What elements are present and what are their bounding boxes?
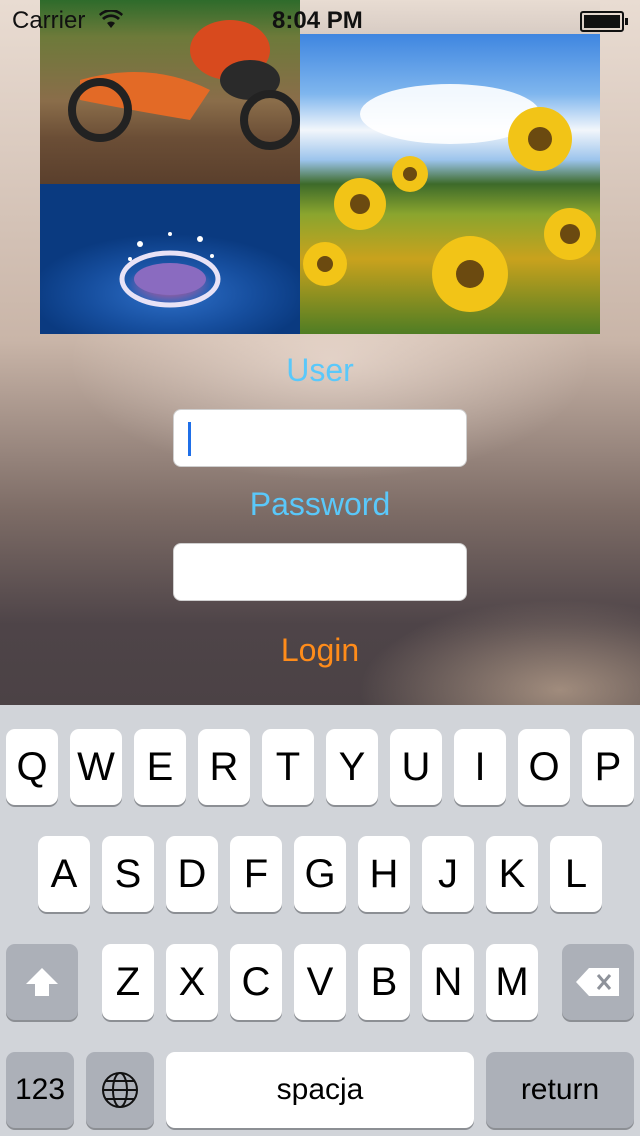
wifi-icon	[98, 9, 124, 37]
key-z[interactable]: Z	[102, 944, 154, 1020]
key-p[interactable]: P	[582, 729, 634, 805]
key-x[interactable]: X	[166, 944, 218, 1020]
key-w[interactable]: W	[70, 729, 122, 805]
key-l[interactable]: L	[550, 836, 602, 912]
space-key[interactable]: spacja	[166, 1052, 474, 1128]
user-input[interactable]	[173, 409, 467, 467]
key-o[interactable]: O	[518, 729, 570, 805]
shift-arrow-icon	[26, 968, 58, 996]
flowers-photo	[300, 34, 600, 334]
password-label: Password	[249, 486, 391, 522]
globe-key[interactable]	[86, 1052, 154, 1128]
key-i[interactable]: I	[454, 729, 506, 805]
battery-icon	[580, 11, 628, 32]
text-cursor	[188, 422, 191, 456]
backspace-icon	[576, 968, 619, 996]
key-g[interactable]: G	[294, 836, 346, 912]
login-button[interactable]: Login	[0, 632, 640, 669]
key-r[interactable]: R	[198, 729, 250, 805]
key-f[interactable]: F	[230, 836, 282, 912]
return-key[interactable]: return	[486, 1052, 634, 1128]
user-label: User	[286, 352, 354, 388]
status-bar: Carrier 8:04 PM	[0, 0, 640, 40]
key-m[interactable]: M	[486, 944, 538, 1020]
key-b[interactable]: B	[358, 944, 410, 1020]
numbers-key[interactable]: 123	[6, 1052, 74, 1128]
key-s[interactable]: S	[102, 836, 154, 912]
key-u[interactable]: U	[390, 729, 442, 805]
shift-key[interactable]	[6, 944, 78, 1020]
key-n[interactable]: N	[422, 944, 474, 1020]
password-input[interactable]	[173, 543, 467, 601]
key-k[interactable]: K	[486, 836, 538, 912]
key-h[interactable]: H	[358, 836, 410, 912]
status-time: 8:04 PM	[272, 7, 363, 34]
key-j[interactable]: J	[422, 836, 474, 912]
delete-key[interactable]	[562, 944, 634, 1020]
keyboard: Q W E R T Y U I O P A S D F G H J K L Z …	[0, 705, 640, 1136]
photo-collage	[40, 0, 600, 334]
key-e[interactable]: E	[134, 729, 186, 805]
water-drop-photo	[40, 184, 300, 334]
key-y[interactable]: Y	[326, 729, 378, 805]
key-a[interactable]: A	[38, 836, 90, 912]
key-d[interactable]: D	[166, 836, 218, 912]
carrier-label: Carrier	[12, 7, 86, 34]
key-t[interactable]: T	[262, 729, 314, 805]
key-c[interactable]: C	[230, 944, 282, 1020]
globe-icon	[102, 1072, 138, 1108]
key-v[interactable]: V	[294, 944, 346, 1020]
key-q[interactable]: Q	[6, 729, 58, 805]
